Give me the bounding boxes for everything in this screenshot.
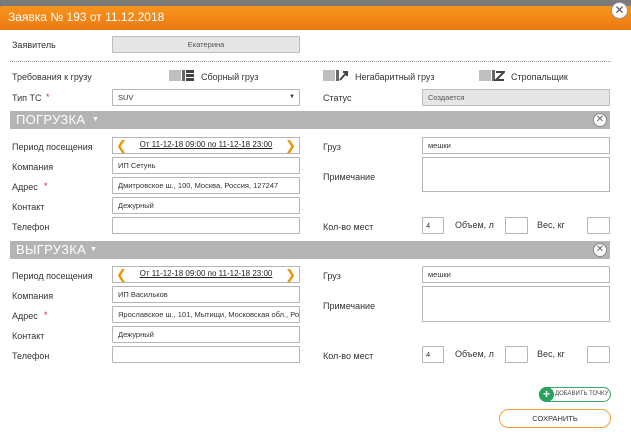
period-value[interactable]: От 11-12-18 09:00 по 11-12-18 23:00	[113, 140, 299, 149]
places-label: Кол-во мест	[323, 351, 374, 361]
add-point-button[interactable]: + ДОБАВИТЬ ТОЧКУ	[539, 387, 611, 402]
oversized-cargo-icon	[323, 70, 348, 81]
period-label: Период посещения	[12, 142, 93, 152]
oversized-cargo-label: Негабаритный груз	[355, 72, 435, 82]
status-label: Статус	[323, 93, 352, 103]
note-textarea[interactable]	[422, 286, 610, 322]
places-label: Кол-во мест	[323, 222, 374, 232]
section-title-loading: ПОГРУЗКА	[16, 112, 86, 127]
divider	[10, 61, 611, 62]
chevron-down-icon: ▼	[289, 94, 295, 100]
note-label: Примечание	[323, 301, 376, 311]
add-point-label: ДОБАВИТЬ ТОЧКУ	[555, 391, 609, 397]
chevron-right-icon[interactable]: ❯	[285, 267, 296, 282]
phone-field[interactable]	[112, 217, 300, 234]
period-value[interactable]: От 11-12-18 09:00 по 11-12-18 23:00	[113, 269, 299, 278]
dialog-title: Заявка № 193 от 11.12.2018	[8, 10, 165, 24]
phone-label: Телефон	[12, 222, 50, 232]
cargo-requirements-label: Требования к грузу	[12, 72, 92, 82]
chevron-right-icon[interactable]: ❯	[285, 138, 296, 153]
section-header-loading: ПОГРУЗКА ▼ ✕	[10, 111, 610, 129]
cargo-label: Груз	[323, 271, 341, 281]
period-picker[interactable]: ❮ От 11-12-18 09:00 по 11-12-18 23:00 ❯	[112, 137, 300, 154]
remove-section-icon[interactable]: ✕	[593, 113, 607, 127]
address-label: Адрес	[12, 182, 38, 192]
applicant-label: Заявитель	[12, 40, 56, 50]
weight-field[interactable]	[587, 217, 610, 234]
save-button[interactable]: СОХРАНИТЬ	[499, 409, 611, 428]
chevron-down-icon[interactable]: ▼	[92, 116, 99, 123]
weight-label: Вес, кг	[537, 349, 565, 359]
phone-field[interactable]	[112, 346, 300, 363]
contact-label: Контакт	[12, 202, 45, 212]
note-textarea[interactable]	[422, 157, 610, 192]
places-field[interactable]: 4	[422, 217, 444, 234]
consolidated-cargo-label: Сборный груз	[201, 72, 259, 82]
cargo-field[interactable]: мешки	[422, 266, 610, 283]
toggle-slinger[interactable]: Стропальщик	[479, 69, 579, 83]
plus-icon: +	[539, 387, 554, 402]
dialog-header: Заявка № 193 от 11.12.2018	[0, 6, 631, 30]
volume-field[interactable]	[505, 217, 528, 234]
section-title-unloading: ВЫГРУЗКА	[16, 242, 87, 257]
required-mark: *	[44, 181, 48, 191]
period-picker[interactable]: ❮ От 11-12-18 09:00 по 11-12-18 23:00 ❯	[112, 266, 300, 283]
chevron-down-icon[interactable]: ▼	[90, 246, 97, 253]
address-field[interactable]: Ярославское ш., 101, Мытищи, Московская …	[112, 306, 300, 323]
period-label: Период посещения	[12, 271, 93, 281]
company-field[interactable]: ИП Васильков	[112, 286, 300, 303]
toggle-oversized-cargo[interactable]: Негабаритный груз	[323, 69, 443, 83]
contact-field[interactable]: Дежурный	[112, 326, 300, 343]
volume-label: Объем, л	[455, 220, 494, 230]
company-field[interactable]: ИП Сетунь	[112, 157, 300, 174]
required-mark: *	[46, 92, 50, 102]
slinger-icon	[479, 70, 505, 81]
vehicle-type-select[interactable]: SUV ▼	[112, 89, 300, 106]
volume-field[interactable]	[505, 346, 528, 363]
vehicle-type-label: Тип ТС	[12, 93, 42, 103]
contact-field[interactable]: Дежурный	[112, 197, 300, 214]
applicant-field: Екатерина	[112, 36, 300, 53]
phone-label: Телефон	[12, 351, 50, 361]
weight-field[interactable]	[587, 346, 610, 363]
required-mark: *	[44, 310, 48, 320]
volume-label: Объем, л	[455, 349, 494, 359]
vehicle-type-value: SUV	[118, 93, 134, 102]
cargo-field[interactable]: мешки	[422, 137, 610, 154]
close-icon[interactable]: ✕	[611, 2, 628, 19]
consolidated-cargo-icon	[169, 70, 194, 81]
company-label: Компания	[12, 291, 54, 301]
section-header-unloading: ВЫГРУЗКА ▼ ✕	[10, 241, 610, 259]
status-field: Создается	[422, 89, 610, 106]
note-label: Примечание	[323, 172, 376, 182]
address-label: Адрес	[12, 311, 38, 321]
slinger-label: Стропальщик	[511, 72, 568, 82]
company-label: Компания	[12, 162, 54, 172]
weight-label: Вес, кг	[537, 220, 565, 230]
contact-label: Контакт	[12, 331, 45, 341]
cargo-label: Груз	[323, 142, 341, 152]
address-field[interactable]: Дмитровское ш., 100, Москва, Россия, 127…	[112, 177, 300, 194]
remove-section-icon[interactable]: ✕	[593, 243, 607, 257]
toggle-consolidated-cargo[interactable]: Сборный груз	[169, 69, 269, 83]
places-field[interactable]: 4	[422, 346, 444, 363]
